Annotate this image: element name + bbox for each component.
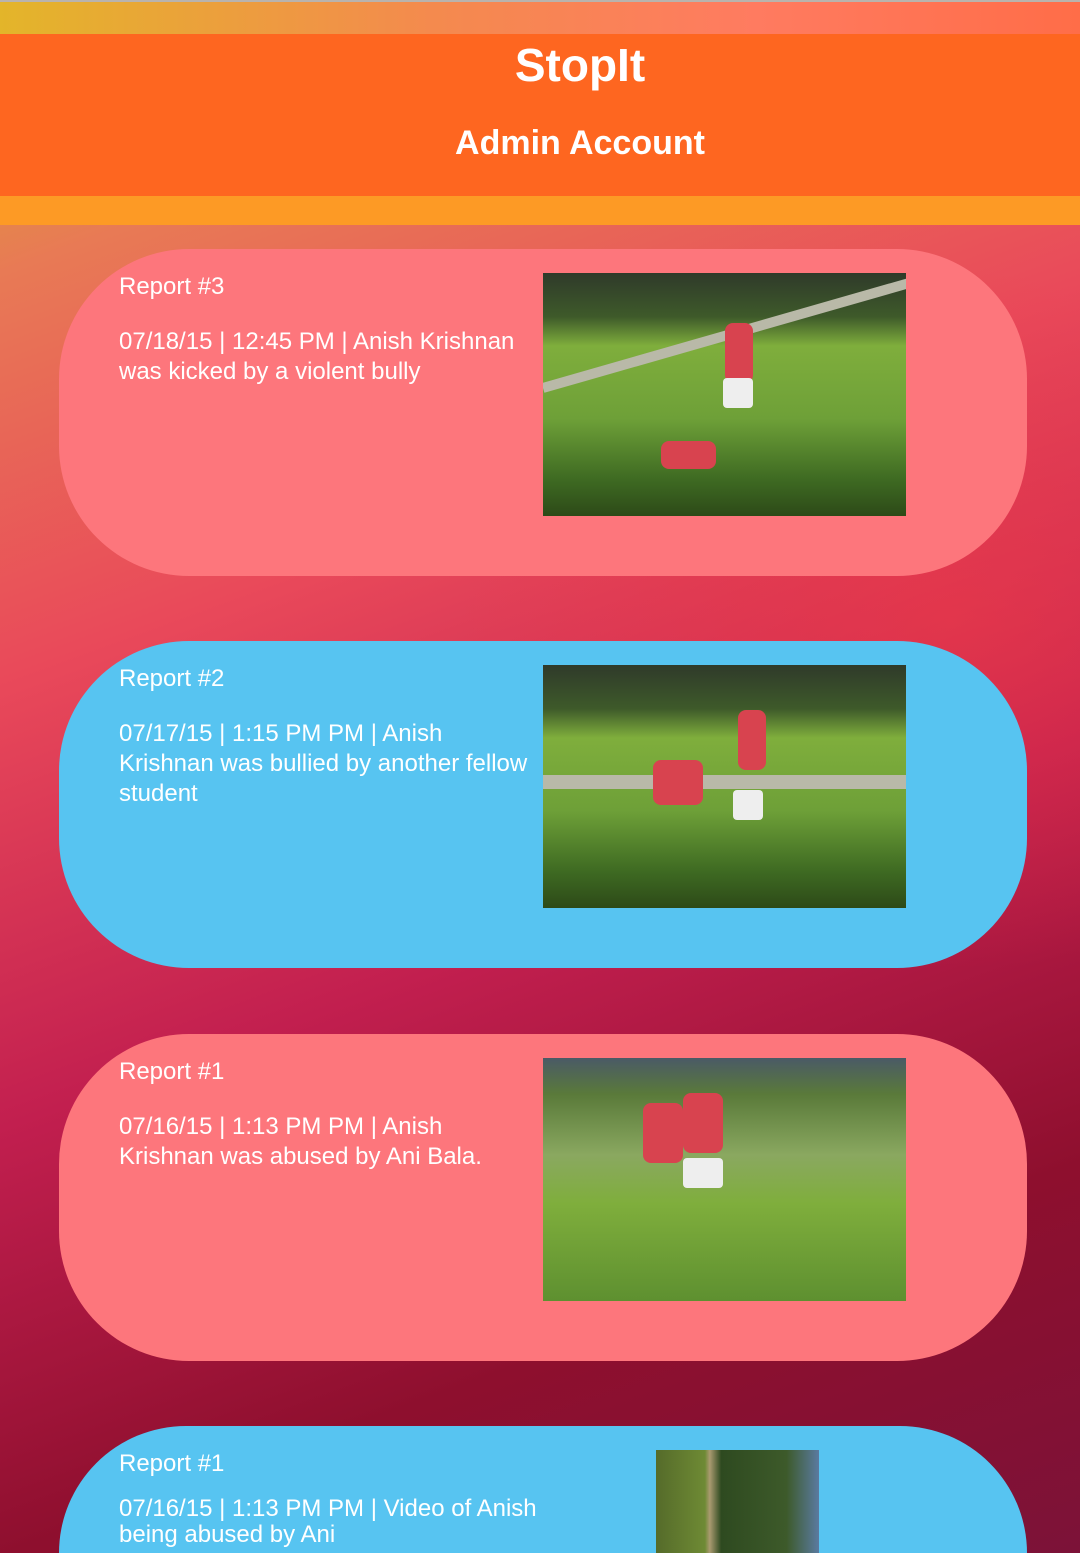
report-description: 07/16/15 | 1:13 PM PM | Video of Anish b… (119, 1495, 537, 1548)
report-title: Report #1 (119, 1450, 225, 1477)
report-card[interactable]: Report #2 07/17/15 | 1:15 PM PM | Anish … (59, 641, 1027, 968)
report-card[interactable]: Report #1 07/16/15 | 1:13 PM PM | Anish … (59, 1034, 1027, 1361)
page-subtitle: Admin Account (455, 124, 705, 162)
report-description: 07/17/15 | 1:15 PM PM | Anish Krishnan w… (119, 720, 528, 807)
header-divider (0, 196, 1080, 225)
report-card[interactable]: Report #1 07/16/15 | 1:13 PM PM | Video … (59, 1426, 1027, 1553)
report-description: 07/16/15 | 1:13 PM PM | Anish Krishnan w… (119, 1113, 482, 1170)
app-header: StopIt Admin Account (0, 34, 1080, 196)
report-photo[interactable] (543, 665, 906, 908)
report-card[interactable]: Report #3 07/18/15 | 12:45 PM | Anish Kr… (59, 249, 1027, 576)
report-description: 07/18/15 | 12:45 PM | Anish Krishnan was… (119, 328, 515, 385)
app-title: StopIt (514, 39, 646, 91)
report-title: Report #2 (119, 665, 225, 692)
report-photo[interactable] (543, 1058, 906, 1301)
report-photo[interactable] (543, 273, 906, 516)
report-title: Report #1 (119, 1058, 225, 1085)
report-title: Report #3 (119, 273, 225, 300)
status-bar (0, 0, 1080, 34)
report-video-thumbnail[interactable] (656, 1450, 819, 1553)
